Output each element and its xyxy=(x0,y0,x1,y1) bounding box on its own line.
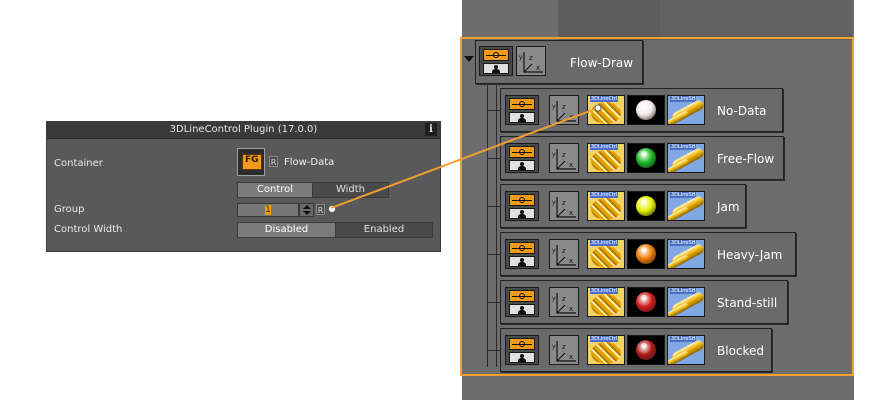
spinner-up-icon[interactable] xyxy=(303,205,311,209)
info-icon[interactable]: i xyxy=(425,123,437,136)
panel-title: 3DLineControl Plugin (17.0.0) xyxy=(47,122,440,139)
container-icon: FG xyxy=(242,154,262,170)
option-enabled[interactable]: Enabled xyxy=(335,222,433,238)
tab-control[interactable]: Control xyxy=(237,182,313,198)
container-label: Container xyxy=(54,158,103,169)
group-spinner[interactable] xyxy=(299,203,314,217)
tab-width[interactable]: Width xyxy=(312,182,389,198)
control-width-label: Control Width xyxy=(54,224,123,235)
scene-tree-column-header xyxy=(558,0,660,40)
spinner-down-icon[interactable] xyxy=(303,211,311,215)
container-drop-slot[interactable]: FG xyxy=(237,148,265,176)
scene-tree-column-header-right xyxy=(660,0,852,40)
group-reset-button[interactable]: R xyxy=(316,204,325,215)
container-name: Flow-Data xyxy=(284,157,335,168)
group-value: 1 xyxy=(265,205,271,215)
group-number-field[interactable]: 1 xyxy=(237,203,299,217)
plugin-editor-panel: 3DLineControl Plugin (17.0.0) i Containe… xyxy=(46,121,441,252)
container-reset-button[interactable]: R xyxy=(269,156,278,167)
group-label: Group xyxy=(54,204,85,215)
option-disabled[interactable]: Disabled xyxy=(237,222,336,238)
link-anchor-dot[interactable] xyxy=(328,205,336,213)
selection-highlight-box xyxy=(460,37,854,376)
